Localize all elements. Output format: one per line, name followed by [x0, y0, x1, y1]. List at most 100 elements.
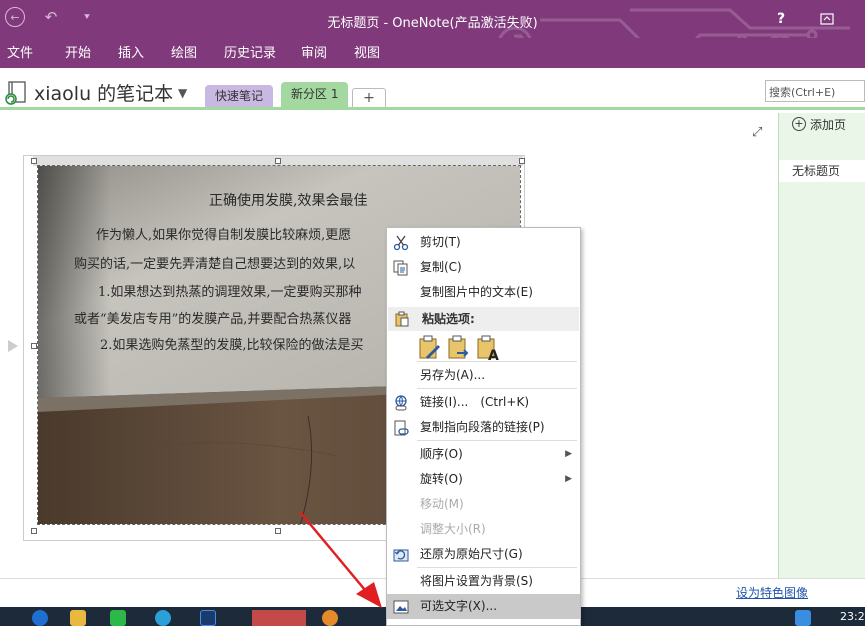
notebook-name[interactable]: xiaolu 的笔记本 — [34, 79, 173, 106]
set-featured-image-link[interactable]: 设为特色图像 — [736, 584, 808, 601]
clipboard-icon — [395, 311, 409, 327]
menu-item-label: 复制图片中的文本(E) — [420, 285, 533, 299]
paste-merge-format-button[interactable] — [447, 335, 471, 361]
paste-keep-format-icon — [419, 335, 440, 359]
menu-item-label: 还原为原始尺寸(G) — [420, 547, 523, 561]
restore-size-icon — [393, 549, 409, 562]
scissors-icon — [393, 235, 409, 251]
menu-item-link[interactable]: 链接(I)... (Ctrl+K) — [387, 390, 580, 415]
add-page-button[interactable]: + 添加页 — [779, 113, 865, 135]
menu-item-label: 调整大小(R) — [420, 522, 486, 536]
resize-handle[interactable] — [275, 158, 281, 164]
menu-item-resize: 调整大小(R) — [387, 517, 580, 542]
menu-item-label: 移动(M) — [420, 497, 464, 511]
ribbon-options-icon — [820, 13, 834, 25]
menu-item-label: 另存为(A)... — [420, 368, 486, 382]
menu-item-restore-original-size[interactable]: 还原为原始尺寸(G) — [387, 542, 580, 567]
plus-circle-icon: + — [792, 117, 806, 131]
menu-item-label: 顺序(O) — [420, 447, 463, 461]
section-tab-new-section[interactable]: 新分区 1 — [281, 82, 349, 107]
photo-line: 或者“美发店专用”的发膜产品,并要配合热蒸仪器 — [74, 312, 352, 327]
add-page-label: 添加页 — [810, 117, 847, 132]
tab-draw[interactable]: 绘图 — [171, 42, 197, 61]
submenu-arrow-icon: ▶ — [565, 474, 572, 484]
link-icon — [395, 395, 407, 411]
menu-item-move: 移动(M) — [387, 492, 580, 517]
tab-history[interactable]: 历史记录 — [224, 42, 276, 61]
messenger-icon[interactable] — [155, 610, 171, 626]
tab-file[interactable]: 文件 — [7, 42, 33, 61]
tray-icon[interactable] — [795, 610, 811, 626]
menu-item-save-as[interactable]: 另存为(A)... — [387, 363, 580, 388]
folder-icon[interactable] — [70, 610, 86, 626]
chevron-down-icon[interactable]: ▼ — [178, 86, 187, 100]
help-icon: ? — [776, 11, 786, 27]
app-icon[interactable] — [322, 610, 338, 626]
title-bar: ← ↶ ⯆ 无标题页 - OneNote(产品激活失败) ? — [0, 0, 865, 66]
menu-item-set-picture-as-background[interactable]: 将图片设置为背景(S) — [387, 569, 580, 594]
menu-item-copy[interactable]: 复制(C) — [387, 255, 580, 280]
expand-icon[interactable]: ⤢ — [752, 125, 762, 140]
browser-icon[interactable] — [32, 610, 48, 626]
paste-text-only-button[interactable]: A — [476, 335, 500, 364]
paste-options-label: 粘贴选项: — [422, 312, 475, 326]
photo-line: 购买的话,一定要先弄清楚自己想要达到的效果,以 — [74, 257, 356, 272]
menu-separator — [417, 567, 577, 568]
menu-item-label: 旋转(O) — [420, 472, 463, 486]
paste-options-header: 粘贴选项: — [388, 307, 579, 331]
photo-heading: 正确使用发膜,效果会最佳 — [209, 193, 368, 209]
paste-text-only-icon: A — [477, 335, 499, 364]
photoshop-icon[interactable] — [200, 610, 216, 626]
help-button[interactable]: ? — [768, 8, 794, 30]
paste-keep-format-button[interactable] — [418, 335, 442, 361]
paste-merge-format-icon — [448, 335, 469, 359]
menu-item-order[interactable]: 顺序(O) ▶ — [387, 442, 580, 467]
ribbon-display-options-button[interactable] — [814, 8, 840, 30]
tab-view[interactable]: 视图 — [354, 42, 380, 61]
page-side-arrow-icon — [8, 340, 18, 352]
menu-item-label: 可选文字(X)... — [420, 599, 498, 613]
copy-icon — [393, 260, 408, 276]
notebook-icon[interactable] — [4, 80, 28, 106]
menu-item-rotate[interactable]: 旋转(O) ▶ — [387, 467, 580, 492]
menu-item-label: 复制(C) — [420, 260, 462, 274]
submenu-arrow-icon: ▶ — [565, 449, 572, 459]
clock: 23:2 — [840, 610, 865, 623]
notebook-bar: xiaolu 的笔记本 ▼ 快速笔记 新分区 1 + 搜索(Ctrl+E) — [0, 68, 865, 110]
ribbon-tabs: 文件 开始 插入 绘图 历史记录 审阅 视图 — [0, 38, 865, 68]
menu-item-shortcut: (Ctrl+K) — [480, 395, 529, 409]
menu-item-copy-text-from-picture[interactable]: 复制图片中的文本(E) — [387, 280, 580, 305]
window-title: 无标题页 - OneNote(产品激活失败) — [327, 16, 538, 31]
tab-insert[interactable]: 插入 — [118, 42, 144, 61]
page-list-item[interactable]: 无标题页 — [779, 160, 865, 182]
menu-separator — [417, 361, 577, 362]
photo-line: 2.如果选购免蒸型的发膜,比较保险的做法是买 — [100, 338, 364, 353]
menu-item-label: 链接(I)... — [420, 395, 469, 409]
app-icon[interactable] — [252, 610, 306, 626]
resize-handle[interactable] — [31, 158, 37, 164]
resize-handle[interactable] — [519, 158, 525, 164]
photo-line: 1.如果想达到热蒸的调理效果,一定要购买那种 — [98, 285, 362, 300]
menu-item-label: 将图片设置为背景(S) — [420, 574, 533, 588]
page-list-pane: + 添加页 无标题页 — [778, 113, 865, 580]
context-menu: 剪切(T) 复制(C) 复制图片中的文本(E) 粘贴选项: A 另存为(A)..… — [386, 227, 581, 626]
tab-home[interactable]: 开始 — [65, 42, 91, 61]
alt-text-icon — [393, 600, 409, 614]
add-section-button[interactable]: + — [352, 88, 386, 107]
menu-separator — [417, 440, 577, 441]
search-input[interactable]: 搜索(Ctrl+E) — [765, 80, 865, 102]
menu-item-label: 复制指向段落的链接(P) — [420, 420, 545, 434]
resize-handle[interactable] — [275, 528, 281, 534]
wechat-icon[interactable] — [110, 610, 126, 626]
menu-separator — [417, 388, 577, 389]
svg-text:A: A — [488, 348, 499, 361]
menu-item-partial — [387, 619, 580, 626]
tab-review[interactable]: 审阅 — [301, 42, 327, 61]
resize-handle[interactable] — [31, 528, 37, 534]
menu-item-cut[interactable]: 剪切(T) — [387, 230, 580, 255]
menu-item-alt-text[interactable]: 可选文字(X)... — [387, 594, 580, 619]
photo-line: 作为懒人,如果你觉得自制发膜比较麻烦,更愿 — [96, 228, 352, 243]
section-tab-quick-notes[interactable]: 快速笔记 — [205, 85, 274, 107]
menu-item-copy-link-to-paragraph[interactable]: 复制指向段落的链接(P) — [387, 415, 580, 440]
copy-link-icon — [394, 420, 409, 436]
